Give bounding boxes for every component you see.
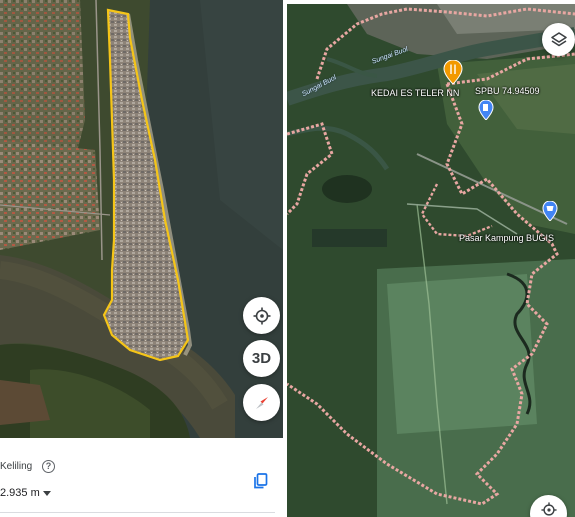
satellite-map-left[interactable] xyxy=(0,0,283,438)
measure-bottom-sheet xyxy=(0,438,283,517)
crosshair-icon xyxy=(253,307,270,324)
crosshair-icon xyxy=(540,502,557,516)
my-location-button[interactable] xyxy=(243,297,280,334)
help-icon[interactable]: ? xyxy=(42,460,55,473)
left-map-panel: 3D Keliling ? 2.935 m xyxy=(0,0,283,517)
copy-icon[interactable] xyxy=(252,472,270,490)
shopping-pin-icon[interactable] xyxy=(542,200,558,226)
right-map-panel: Sungai Buol Sungai Buol KEDAI ES TELER N… xyxy=(287,4,575,517)
chevron-down-icon[interactable] xyxy=(43,491,51,496)
view-3d-button[interactable]: 3D xyxy=(243,340,280,377)
poi-label-market[interactable]: Pasar Kampung BUGIS xyxy=(459,233,554,243)
poi-label-restaurant[interactable]: KEDAI ES TELER NN xyxy=(371,88,459,98)
satellite-imagery-left xyxy=(0,0,283,438)
fuel-pin-icon[interactable] xyxy=(478,99,494,125)
poi-label-fuel[interactable]: SPBU 74.94509 xyxy=(475,86,540,96)
perimeter-value: 2.935 m xyxy=(0,487,40,499)
view-3d-label: 3D xyxy=(251,350,272,367)
compass-button[interactable] xyxy=(243,384,280,421)
restaurant-pin-icon[interactable] xyxy=(443,59,463,89)
layers-button[interactable] xyxy=(542,23,575,56)
perimeter-label: Keliling xyxy=(0,461,33,472)
sheet-divider xyxy=(0,512,275,513)
layers-icon xyxy=(550,31,567,46)
compass-icon xyxy=(255,396,268,409)
